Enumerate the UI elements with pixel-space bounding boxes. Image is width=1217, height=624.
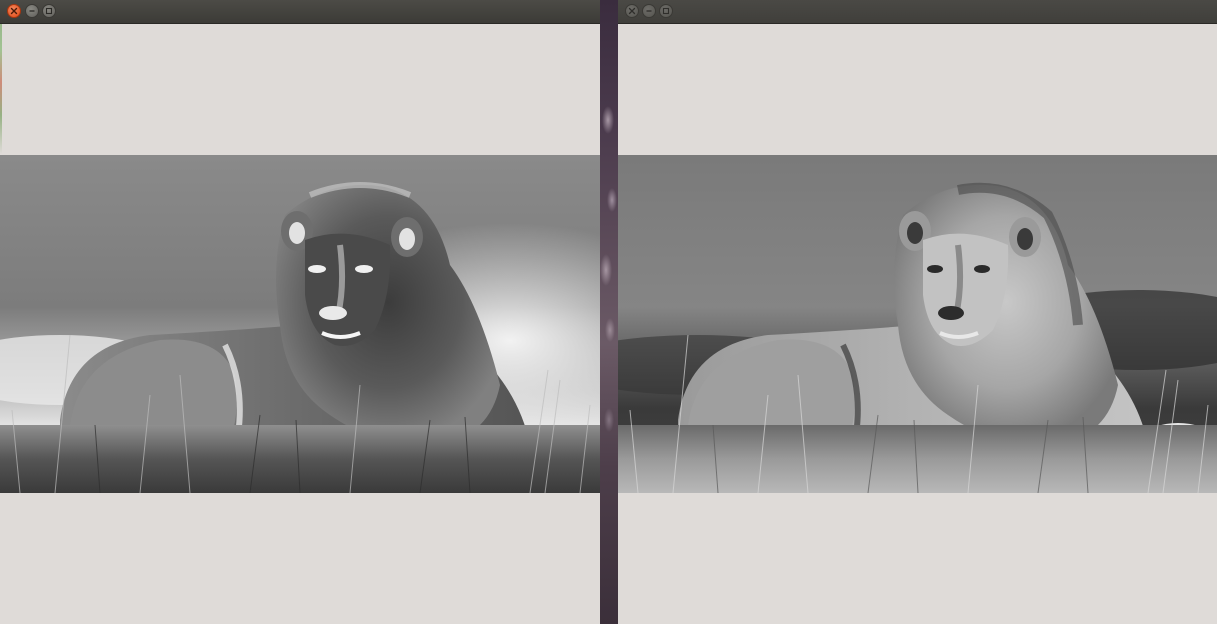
minimize-icon [29,10,35,12]
close-icon [628,7,636,15]
maximize-icon [662,7,670,15]
maximize-button[interactable] [659,4,673,18]
window-titlebar[interactable] [0,0,600,24]
image-display-right [618,155,1217,493]
minimize-button[interactable] [642,4,656,18]
window-titlebar[interactable] [618,0,1217,24]
close-icon [10,7,18,15]
lion-photo-inverted [0,155,600,493]
image-window-right[interactable] [618,0,1217,624]
minimize-icon [646,10,652,12]
close-button[interactable] [7,4,21,18]
maximize-button[interactable] [42,4,56,18]
desktop-background [600,0,618,624]
maximize-icon [45,7,53,15]
window-edge-artifact [0,24,2,154]
close-button[interactable] [625,4,639,18]
image-window-left[interactable] [0,0,600,624]
minimize-button[interactable] [25,4,39,18]
image-display-left [0,155,600,493]
lion-photo-grayscale [618,155,1217,493]
